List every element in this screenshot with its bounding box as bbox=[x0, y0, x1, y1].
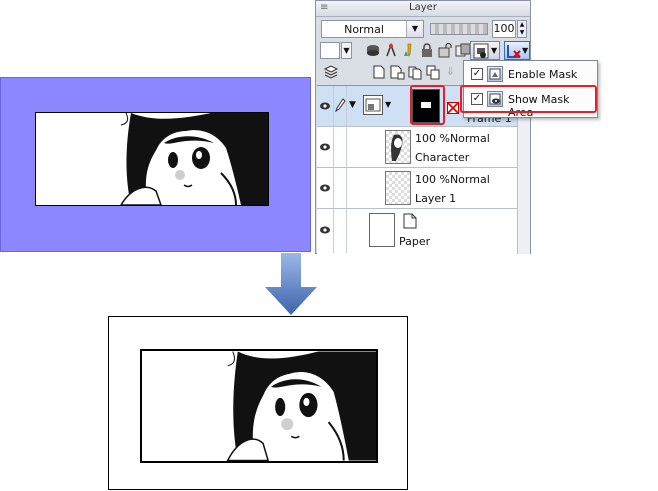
eye-icon[interactable] bbox=[320, 226, 330, 234]
layer-opacity-mode: 100 %Normal bbox=[415, 132, 490, 145]
paper-layer-icon bbox=[403, 213, 417, 229]
show-mask-area-highlight bbox=[460, 85, 597, 113]
folder-icon bbox=[363, 95, 383, 115]
edit-column bbox=[334, 209, 347, 253]
clip-to-layer-icon[interactable] bbox=[454, 42, 471, 59]
enable-mask-icon bbox=[487, 66, 503, 82]
palette-titlebar[interactable]: ≡ Layer bbox=[316, 1, 530, 17]
edit-column bbox=[334, 168, 347, 208]
chevron-down-icon[interactable]: ▼ bbox=[385, 100, 391, 109]
checkbox-checked-icon[interactable]: ✓ bbox=[471, 68, 483, 80]
chevron-down-icon[interactable]: ▼ bbox=[341, 42, 352, 59]
opacity-slider[interactable] bbox=[430, 23, 488, 35]
layer-opacity-mode: 100 %Normal bbox=[415, 173, 490, 186]
layer-thumbnail bbox=[385, 130, 411, 164]
manga-frame bbox=[140, 349, 378, 463]
expand-arrow-icon[interactable]: ▼ bbox=[349, 100, 356, 110]
layer-thumbnail bbox=[369, 213, 395, 247]
mask-display-button[interactable]: ▼ bbox=[470, 41, 500, 60]
reference-layer-icon[interactable] bbox=[364, 42, 381, 59]
edit-column bbox=[334, 127, 347, 167]
new-raster-layer-icon[interactable] bbox=[370, 64, 387, 81]
chevron-down-icon[interactable]: ▼ bbox=[406, 21, 423, 37]
mask-thumbnail-highlight bbox=[410, 85, 445, 125]
manga-frame bbox=[35, 112, 269, 206]
ruler-display-button[interactable]: ▼ bbox=[504, 41, 530, 60]
eye-icon[interactable] bbox=[320, 143, 330, 151]
mask-disabled-icon bbox=[447, 102, 459, 114]
menu-item-enable-mask[interactable]: ✓ Enable Mask bbox=[468, 64, 596, 86]
layer-row-paper[interactable]: Paper bbox=[317, 209, 517, 253]
layer-stack-icon[interactable] bbox=[322, 64, 339, 81]
pen-palette-icon[interactable] bbox=[400, 42, 417, 59]
canvas-preview-mask-hidden bbox=[108, 316, 408, 490]
eye-icon[interactable] bbox=[320, 184, 330, 192]
layer-color-button[interactable] bbox=[320, 42, 340, 59]
manga-illustration bbox=[226, 351, 376, 461]
pen-icon[interactable] bbox=[335, 98, 346, 112]
down-arrow-icon bbox=[265, 253, 317, 315]
layer-name: Character bbox=[415, 151, 470, 164]
eye-icon[interactable] bbox=[320, 102, 330, 110]
merge-down-icon[interactable]: ⇓ bbox=[442, 64, 459, 81]
layer-palette: ≡ Layer Normal ▼ 100 ▲ ▼ ▼ ▼ ▼ ⇓ ▼ ▼ Fra… bbox=[315, 0, 531, 254]
layer-name: Paper bbox=[399, 235, 431, 248]
lock-transparency-icon[interactable] bbox=[436, 42, 453, 59]
canvas-preview-mask-shown bbox=[0, 77, 311, 252]
visibility-column bbox=[317, 168, 334, 208]
draft-layer-icon[interactable] bbox=[382, 42, 399, 59]
layer-thumbnail bbox=[385, 171, 411, 205]
visibility-column bbox=[317, 209, 334, 253]
layer-row[interactable]: 100 %Normal Layer 1 bbox=[317, 168, 517, 209]
opacity-value[interactable]: 100 bbox=[492, 20, 516, 38]
lock-icon[interactable] bbox=[418, 42, 435, 59]
duplicate-layer-icon[interactable] bbox=[424, 64, 441, 81]
visibility-column bbox=[317, 86, 334, 126]
layer-name: Layer 1 bbox=[415, 192, 457, 205]
edit-column bbox=[334, 86, 347, 126]
opacity-spinner[interactable]: ▲ ▼ bbox=[517, 20, 527, 38]
palette-title: Layer bbox=[409, 2, 437, 13]
manga-illustration bbox=[120, 113, 268, 205]
new-vector-layer-icon[interactable] bbox=[388, 64, 405, 81]
blend-mode-value: Normal bbox=[344, 23, 384, 36]
menu-item-label: Enable Mask bbox=[508, 68, 578, 81]
blend-mode-select[interactable]: Normal ▼ bbox=[321, 20, 424, 38]
visibility-column bbox=[317, 127, 334, 167]
layer-row[interactable]: 100 %Normal Character bbox=[317, 127, 517, 168]
new-folder-icon[interactable] bbox=[406, 64, 423, 81]
layer-toolbar-top: ▼ ▼ ▼ bbox=[320, 41, 530, 61]
